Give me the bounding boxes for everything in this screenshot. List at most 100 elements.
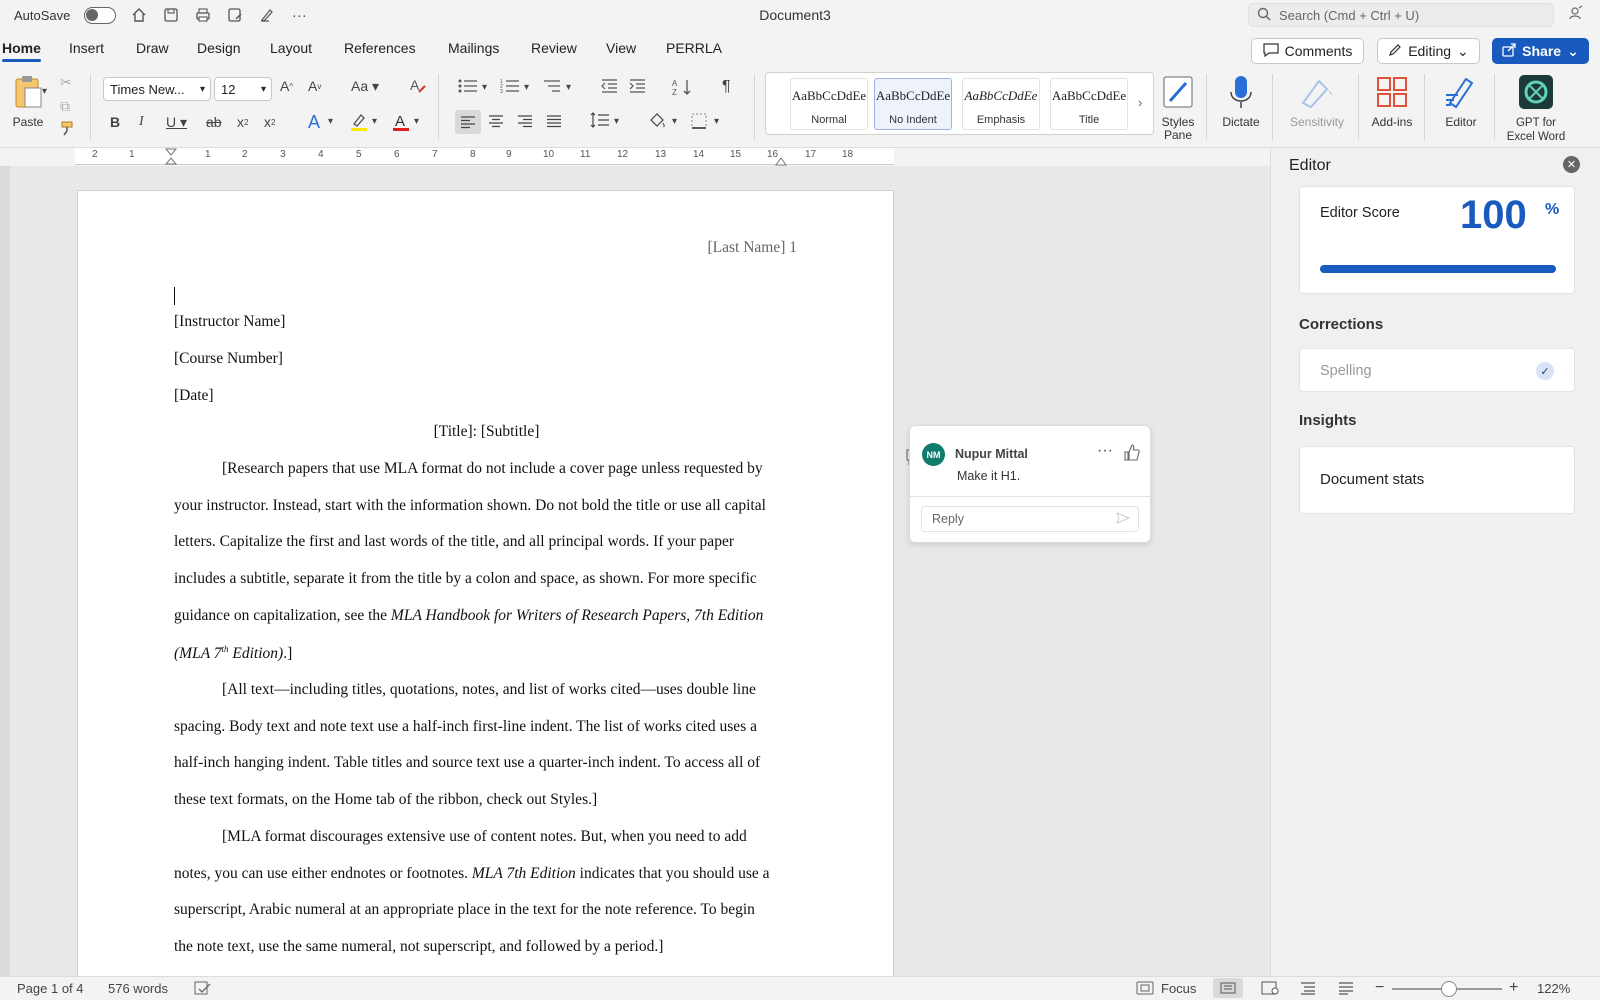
chevron-down-icon[interactable]: ▾: [414, 116, 419, 127]
cut-icon[interactable]: ✂: [60, 74, 72, 91]
style-emphasis[interactable]: AaBbCcDdEe Emphasis: [962, 78, 1040, 130]
chevron-down-icon[interactable]: ▾: [524, 82, 529, 93]
tab-insert[interactable]: Insert: [69, 40, 104, 56]
decrease-indent-icon[interactable]: [600, 78, 618, 94]
highlight-icon[interactable]: [350, 112, 368, 132]
thumbs-up-icon[interactable]: [1124, 444, 1140, 466]
document-stats-card[interactable]: Document stats: [1299, 446, 1575, 514]
zoom-slider-handle[interactable]: [1441, 981, 1457, 997]
gpt-addin-button[interactable]: GPT for Excel Word: [1502, 72, 1570, 144]
comments-button[interactable]: Comments: [1251, 38, 1364, 64]
share-button[interactable]: Share ⌄: [1492, 38, 1589, 64]
word-count[interactable]: 576 words: [108, 981, 168, 996]
align-center-icon[interactable]: [488, 114, 504, 128]
send-icon[interactable]: [1116, 511, 1131, 527]
save-icon[interactable]: [162, 6, 180, 24]
shrink-font-icon[interactable]: Av: [308, 78, 321, 94]
font-color-icon[interactable]: A: [392, 112, 410, 132]
sort-icon[interactable]: AZ: [672, 78, 692, 96]
increase-indent-icon[interactable]: [628, 78, 646, 94]
zoom-level[interactable]: 122%: [1537, 981, 1570, 996]
tab-design[interactable]: Design: [197, 40, 241, 56]
chevron-down-icon[interactable]: ▾: [372, 116, 377, 127]
editing-mode-button[interactable]: Editing ⌄: [1377, 38, 1480, 64]
chevron-down-icon[interactable]: ▾: [328, 116, 333, 127]
style-normal[interactable]: AaBbCcDdEe Normal: [790, 78, 868, 130]
page-count[interactable]: Page 1 of 4: [17, 981, 84, 996]
styles-pane-button[interactable]: Styles Pane: [1158, 72, 1198, 142]
horizontal-ruler[interactable]: 2 1 1 2 3 4 5 6 7 8 9 10 11 12 13 14 15 …: [75, 148, 894, 168]
editor-button[interactable]: Editor: [1436, 72, 1486, 129]
font-name-select[interactable]: Times New... ▾: [103, 77, 211, 101]
zoom-out-icon[interactable]: −: [1375, 979, 1384, 997]
paste-dropdown-icon[interactable]: ▾: [42, 86, 47, 97]
superscript-icon[interactable]: x2: [264, 114, 275, 130]
tab-perrla[interactable]: PERRLA: [666, 40, 722, 56]
align-right-icon[interactable]: [517, 114, 533, 128]
save-as-icon[interactable]: [226, 6, 244, 24]
paste-button[interactable]: Paste: [6, 72, 50, 129]
pen-icon[interactable]: [258, 6, 276, 24]
multilevel-list-icon[interactable]: [542, 78, 562, 94]
borders-icon[interactable]: [690, 112, 708, 130]
tab-home[interactable]: Home: [2, 40, 41, 62]
focus-label[interactable]: Focus: [1161, 981, 1196, 996]
more-icon[interactable]: ···: [290, 6, 308, 24]
shading-icon[interactable]: [648, 112, 666, 130]
align-left-icon[interactable]: [455, 110, 481, 134]
font-size-select[interactable]: 12 ▾: [214, 77, 272, 101]
clear-formatting-icon[interactable]: A: [409, 76, 427, 94]
close-icon[interactable]: ✕: [1563, 156, 1580, 173]
more-icon[interactable]: ···: [1097, 442, 1113, 460]
text-effects-icon[interactable]: A: [308, 112, 320, 133]
tab-view[interactable]: View: [606, 40, 636, 56]
sensitivity-button[interactable]: Sensitivity: [1284, 72, 1350, 129]
strikethrough-icon[interactable]: ab: [206, 114, 222, 130]
bold-icon[interactable]: B: [110, 114, 120, 130]
show-formatting-icon[interactable]: ¶: [722, 78, 731, 96]
home-icon[interactable]: [130, 6, 148, 24]
copy-icon[interactable]: ⧉: [60, 98, 70, 115]
print-icon[interactable]: [194, 6, 212, 24]
focus-icon[interactable]: [1136, 981, 1154, 998]
grow-font-icon[interactable]: A ^: [280, 78, 293, 94]
document-page[interactable]: [Last Name] 1 [Instructor Name] [Course …: [77, 190, 924, 976]
chevron-down-icon[interactable]: ▾: [614, 116, 619, 127]
dictate-button[interactable]: Dictate: [1218, 72, 1264, 129]
chevron-down-icon[interactable]: ▾: [566, 82, 571, 93]
comment-card[interactable]: NM Nupur Mittal Make it H1. ··· Reply: [909, 425, 1151, 543]
style-no-indent[interactable]: AaBbCcDdEe No Indent: [874, 78, 952, 130]
format-painter-icon[interactable]: [60, 120, 76, 136]
style-title[interactable]: AaBbCcDdEe Title: [1050, 78, 1128, 130]
indent-marker-icon[interactable]: [164, 148, 178, 168]
print-layout-icon[interactable]: [1213, 978, 1243, 998]
reply-input[interactable]: Reply: [921, 506, 1139, 532]
autosave-toggle[interactable]: [84, 6, 117, 24]
subscript-icon[interactable]: x2: [237, 114, 248, 130]
justify-icon[interactable]: [546, 114, 562, 128]
change-case-icon[interactable]: Aa ▾: [351, 78, 379, 95]
chevron-down-icon[interactable]: ▾: [672, 116, 677, 127]
chevron-down-icon[interactable]: ▾: [714, 116, 719, 127]
zoom-in-icon[interactable]: +: [1509, 979, 1518, 997]
tab-draw[interactable]: Draw: [136, 40, 169, 56]
italic-icon[interactable]: I: [139, 114, 144, 130]
chevron-down-icon[interactable]: ▾: [482, 82, 487, 93]
bullets-icon[interactable]: [458, 78, 478, 94]
draft-view-icon[interactable]: [1338, 981, 1354, 998]
numbering-icon[interactable]: 123: [500, 78, 520, 94]
person-share-icon[interactable]: [1568, 5, 1584, 24]
tab-review[interactable]: Review: [531, 40, 577, 56]
outline-view-icon[interactable]: [1300, 981, 1316, 998]
web-layout-icon[interactable]: [1261, 981, 1279, 998]
addins-button[interactable]: Add-ins: [1368, 72, 1416, 129]
underline-icon[interactable]: U ▾: [166, 114, 187, 131]
tab-layout[interactable]: Layout: [270, 40, 312, 56]
search-input[interactable]: Search (Cmd + Ctrl + U): [1248, 3, 1554, 27]
proofing-icon[interactable]: [194, 981, 212, 998]
spelling-card[interactable]: Spelling ✓: [1299, 348, 1575, 392]
chevron-right-icon[interactable]: ›: [1138, 95, 1142, 110]
line-spacing-icon[interactable]: [590, 112, 610, 128]
tab-mailings[interactable]: Mailings: [448, 40, 499, 56]
tab-references[interactable]: References: [344, 40, 416, 56]
